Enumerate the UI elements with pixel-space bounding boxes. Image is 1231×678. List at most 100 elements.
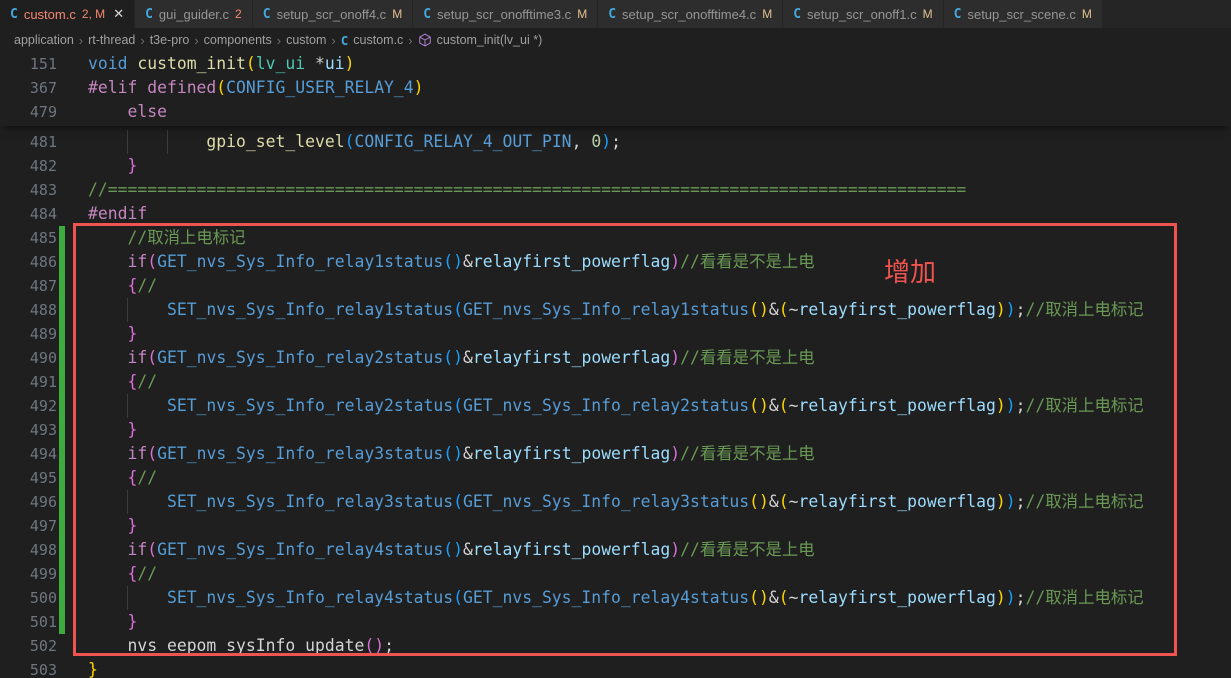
tab-setup_scr_onoff1.c[interactable]: Csetup_scr_onoff1.cM <box>783 0 943 28</box>
code-line-498[interactable]: 498 if(GET_nvs_Sys_Info_relay4status()&r… <box>0 538 1231 562</box>
breadcrumb-item-application[interactable]: application <box>14 33 74 47</box>
code-line-492[interactable]: 492 SET_nvs_Sys_Info_relay2status(GET_nv… <box>0 394 1231 418</box>
c-file-icon: C <box>145 7 153 22</box>
code-line-491[interactable]: 491 {// <box>0 370 1231 394</box>
sticky-line-151[interactable]: 151 void custom_init(lv_ui *ui) <box>0 52 1231 76</box>
code-line-484[interactable]: 484#endif <box>0 202 1231 226</box>
tab-setup_scr_scene.c[interactable]: Csetup_scr_scene.cM <box>944 0 1103 28</box>
code-line-497[interactable]: 497 } <box>0 514 1231 538</box>
tab-label: gui_guider.c <box>159 7 229 22</box>
code-line-text: #elif defined(CONFIG_USER_RELAY_4) <box>88 76 424 100</box>
tab-setup_scr_onoff4.c[interactable]: Csetup_scr_onoff4.cM <box>253 0 413 28</box>
line-number[interactable]: 496 <box>0 490 57 514</box>
sticky-line-479[interactable]: 479 else <box>0 100 1231 124</box>
line-number[interactable]: 481 <box>0 130 57 154</box>
breadcrumb-item-rt-thread[interactable]: rt-thread <box>88 33 135 47</box>
code-line-text: void custom_init(lv_ui *ui) <box>88 52 355 76</box>
code-line-481[interactable]: 481 gpio_set_level(CONFIG_RELAY_4_OUT_PI… <box>0 130 1231 154</box>
code-line-503[interactable]: 503} <box>0 658 1231 678</box>
chevron-right-icon: › <box>79 33 83 48</box>
line-number[interactable]: 479 <box>0 100 57 124</box>
code-line-483[interactable]: 483//===================================… <box>0 178 1231 202</box>
line-number[interactable]: 493 <box>0 418 57 442</box>
tab-decoration: M <box>577 7 587 21</box>
tab-decoration: M <box>392 7 402 21</box>
code-line-text: if(GET_nvs_Sys_Info_relay1status()&relay… <box>88 250 815 274</box>
c-file-icon: C <box>263 7 271 22</box>
breadcrumb-item-custom[interactable]: custom <box>286 33 326 47</box>
line-number[interactable]: 483 <box>0 178 57 202</box>
added-change-gutter-bar <box>59 298 65 322</box>
line-number[interactable]: 498 <box>0 538 57 562</box>
code-line-text: else <box>88 100 167 124</box>
line-number[interactable]: 497 <box>0 514 57 538</box>
code-line-500[interactable]: 500 SET_nvs_Sys_Info_relay4status(GET_nv… <box>0 586 1231 610</box>
line-number[interactable]: 491 <box>0 370 57 394</box>
line-number[interactable]: 489 <box>0 322 57 346</box>
tab-label: setup_scr_onoff1.c <box>807 7 917 22</box>
added-change-gutter-bar <box>59 394 65 418</box>
sticky-line-367[interactable]: 367 #elif defined(CONFIG_USER_RELAY_4) <box>0 76 1231 100</box>
c-file-icon: C <box>608 7 616 22</box>
line-number[interactable]: 499 <box>0 562 57 586</box>
symbol-method-icon <box>418 33 432 47</box>
added-change-gutter-bar <box>59 538 65 562</box>
breadcrumb-item-components[interactable]: components <box>204 33 272 47</box>
code-line-502[interactable]: 502 nvs_eepom_sysInfo_update(); <box>0 634 1231 658</box>
line-number[interactable]: 495 <box>0 466 57 490</box>
line-number[interactable]: 488 <box>0 298 57 322</box>
code-line-495[interactable]: 495 {// <box>0 466 1231 490</box>
added-change-gutter-bar <box>59 250 65 274</box>
code-line-485[interactable]: 485 //取消上电标记 <box>0 226 1231 250</box>
code-line-496[interactable]: 496 SET_nvs_Sys_Info_relay3status(GET_nv… <box>0 490 1231 514</box>
sticky-scroll[interactable]: 151 void custom_init(lv_ui *ui) 367 #elif d… <box>0 52 1231 126</box>
added-change-gutter-bar <box>59 226 65 250</box>
line-number[interactable]: 151 <box>0 52 57 76</box>
code-line-494[interactable]: 494 if(GET_nvs_Sys_Info_relay3status()&r… <box>0 442 1231 466</box>
code-line-490[interactable]: 490 if(GET_nvs_Sys_Info_relay2status()&r… <box>0 346 1231 370</box>
code-line-488[interactable]: 488 SET_nvs_Sys_Info_relay1status(GET_nv… <box>0 298 1231 322</box>
breadcrumb-item-t3e-pro[interactable]: t3e-pro <box>150 33 190 47</box>
line-number[interactable]: 503 <box>0 658 57 678</box>
breadcrumb-symbol[interactable]: custom_init(lv_ui *) <box>437 33 543 47</box>
chevron-right-icon: › <box>277 33 281 48</box>
tab-custom.c[interactable]: Ccustom.c2, M✕ <box>0 0 135 28</box>
line-number[interactable]: 367 <box>0 76 57 100</box>
code-line-text: if(GET_nvs_Sys_Info_relay4status()&relay… <box>88 538 815 562</box>
line-number[interactable]: 494 <box>0 442 57 466</box>
breadcrumb: application›rt-thread›t3e-pro›components… <box>0 28 1231 52</box>
code-line-501[interactable]: 501 } <box>0 610 1231 634</box>
code-line-493[interactable]: 493 } <box>0 418 1231 442</box>
code-editor[interactable]: 481 gpio_set_level(CONFIG_RELAY_4_OUT_PI… <box>0 52 1231 678</box>
line-number[interactable]: 487 <box>0 274 57 298</box>
tab-decoration: M <box>762 7 772 21</box>
line-number[interactable]: 484 <box>0 202 57 226</box>
tab-gui_guider.c[interactable]: Cgui_guider.c2 <box>135 0 253 28</box>
close-icon[interactable]: ✕ <box>113 6 124 22</box>
code-line-487[interactable]: 487 {// <box>0 274 1231 298</box>
code-line-text: SET_nvs_Sys_Info_relay3status(GET_nvs_Sy… <box>88 490 1144 514</box>
tab-setup_scr_onofftime3.c[interactable]: Csetup_scr_onofftime3.cM <box>413 0 598 28</box>
added-change-gutter-bar <box>59 490 65 514</box>
tab-label: setup_scr_onofftime3.c <box>437 7 571 22</box>
tab-decoration: 2, M <box>82 7 105 21</box>
code-line-489[interactable]: 489 } <box>0 322 1231 346</box>
line-number[interactable]: 490 <box>0 346 57 370</box>
code-line-text: } <box>88 610 137 634</box>
code-line-text: if(GET_nvs_Sys_Info_relay2status()&relay… <box>88 346 815 370</box>
code-line-482[interactable]: 482 } <box>0 154 1231 178</box>
line-number[interactable]: 492 <box>0 394 57 418</box>
code-line-486[interactable]: 486 if(GET_nvs_Sys_Info_relay1status()&r… <box>0 250 1231 274</box>
line-number[interactable]: 485 <box>0 226 57 250</box>
line-number[interactable]: 501 <box>0 610 57 634</box>
annotation-label: 增加 <box>884 252 936 289</box>
breadcrumb-file[interactable]: custom.c <box>353 33 403 47</box>
code-line-499[interactable]: 499 {// <box>0 562 1231 586</box>
added-change-gutter-bar <box>59 586 65 610</box>
line-number[interactable]: 482 <box>0 154 57 178</box>
line-number[interactable]: 500 <box>0 586 57 610</box>
tab-bar: Ccustom.c2, M✕Cgui_guider.c2Csetup_scr_o… <box>0 0 1231 28</box>
line-number[interactable]: 486 <box>0 250 57 274</box>
tab-setup_scr_onofftime4.c[interactable]: Csetup_scr_onofftime4.cM <box>598 0 783 28</box>
line-number[interactable]: 502 <box>0 634 57 658</box>
